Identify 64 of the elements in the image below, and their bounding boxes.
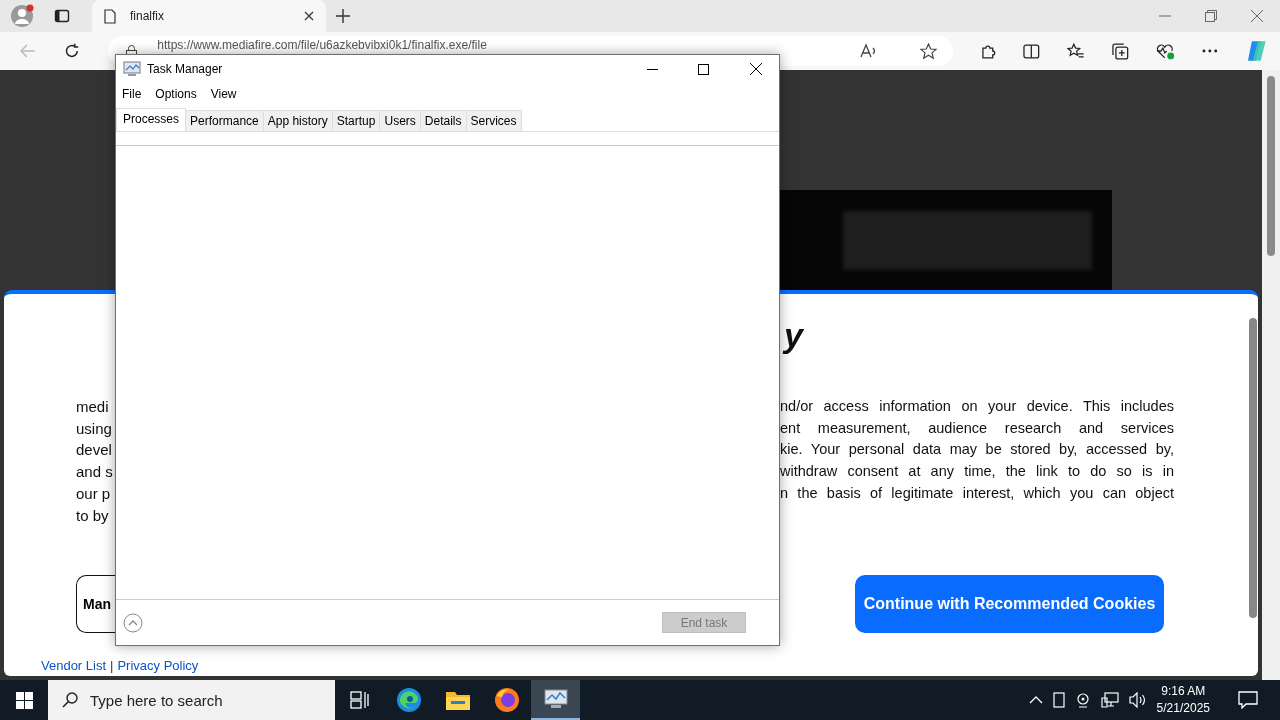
consent-text: n the basis of legitimate interest, which you can object <box>780 483 1174 503</box>
tab[interactable]: Services <box>465 110 522 131</box>
menu-item[interactable]: File <box>122 87 142 101</box>
consent-text: kie. Your personal data may be stored by, accessed by, <box>780 440 1174 460</box>
menu-item[interactable]: Options <box>155 87 197 101</box>
manage-options-button[interactable]: Man <box>76 575 115 634</box>
consent-text: to by <box>76 505 110 526</box>
favorite-star-icon[interactable] <box>919 42 937 60</box>
tab[interactable]: Performance <box>185 110 264 131</box>
tab-actions-icon[interactable] <box>54 8 70 24</box>
page-icon <box>104 8 116 24</box>
monitor-icon <box>542 688 569 710</box>
fox-browser-icon <box>493 687 520 713</box>
link-separator: | <box>110 658 114 673</box>
app-icon <box>123 61 141 77</box>
consent-text: nd/or access information on your device. This includes <box>780 397 1174 416</box>
continue-button[interactable]: Continue with Recommended Cookies <box>855 575 1164 634</box>
search-field[interactable]: Type here to search <box>48 680 335 720</box>
tab[interactable]: Users <box>379 110 421 131</box>
refresh-icon[interactable] <box>63 43 80 59</box>
browser-icon <box>395 687 422 713</box>
start-icon[interactable] <box>16 691 33 709</box>
fewer-details-icon[interactable] <box>123 612 143 633</box>
consent-text: devel <box>76 440 113 461</box>
split-screen-icon[interactable] <box>1023 42 1040 60</box>
privacy-policy-link[interactable]: Privacy Policy <box>117 658 199 673</box>
task-view-icon <box>349 691 370 709</box>
close-icon[interactable] <box>750 63 762 75</box>
consent-text: ent measurement, audience research and services <box>780 418 1174 438</box>
dialog-heading: y <box>784 316 803 354</box>
new-tab-icon[interactable] <box>336 9 350 23</box>
tab[interactable]: Processes <box>116 108 187 131</box>
collections-icon[interactable] <box>1111 42 1130 60</box>
read-aloud-icon[interactable] <box>859 43 878 59</box>
tab[interactable]: Startup <box>331 110 381 131</box>
notification-icon[interactable] <box>1238 691 1258 709</box>
network-icon[interactable] <box>1100 692 1119 708</box>
tab[interactable]: Details <box>419 110 467 131</box>
menu-item[interactable]: View <box>210 87 237 101</box>
consent-text: medi <box>76 397 110 417</box>
tab[interactable]: App history <box>262 110 333 131</box>
maximize-icon[interactable] <box>698 63 709 75</box>
close-icon[interactable] <box>304 11 314 21</box>
folder-icon <box>444 689 471 711</box>
browser-tab[interactable]: finalfix <box>92 0 326 32</box>
favorites-icon[interactable] <box>1067 42 1085 60</box>
profile-icon[interactable] <box>10 3 36 29</box>
more-icon[interactable] <box>1201 49 1218 53</box>
consent-text: our p <box>76 483 112 504</box>
restore-icon[interactable] <box>1205 10 1217 22</box>
webcam-icon[interactable] <box>1074 692 1091 708</box>
consent-text: and s <box>76 462 114 483</box>
volume-icon[interactable] <box>1128 692 1147 708</box>
chevron-up-icon[interactable] <box>1028 696 1043 704</box>
tablet-icon[interactable] <box>1052 692 1065 708</box>
heartbeat-icon[interactable] <box>1156 42 1175 60</box>
search-icon <box>62 692 78 708</box>
consent-text: using <box>76 418 113 439</box>
extensions-icon[interactable] <box>979 42 997 60</box>
page-scrollbar[interactable] <box>1262 70 1280 680</box>
vendor-list-link[interactable]: Vendor List <box>41 658 107 673</box>
taskbar-app[interactable] <box>531 680 580 720</box>
clock[interactable]: 9:16 AM 5/21/2025 <box>1156 683 1210 717</box>
consent-text: withdraw consent at any time, the link to do so is in <box>780 462 1174 482</box>
